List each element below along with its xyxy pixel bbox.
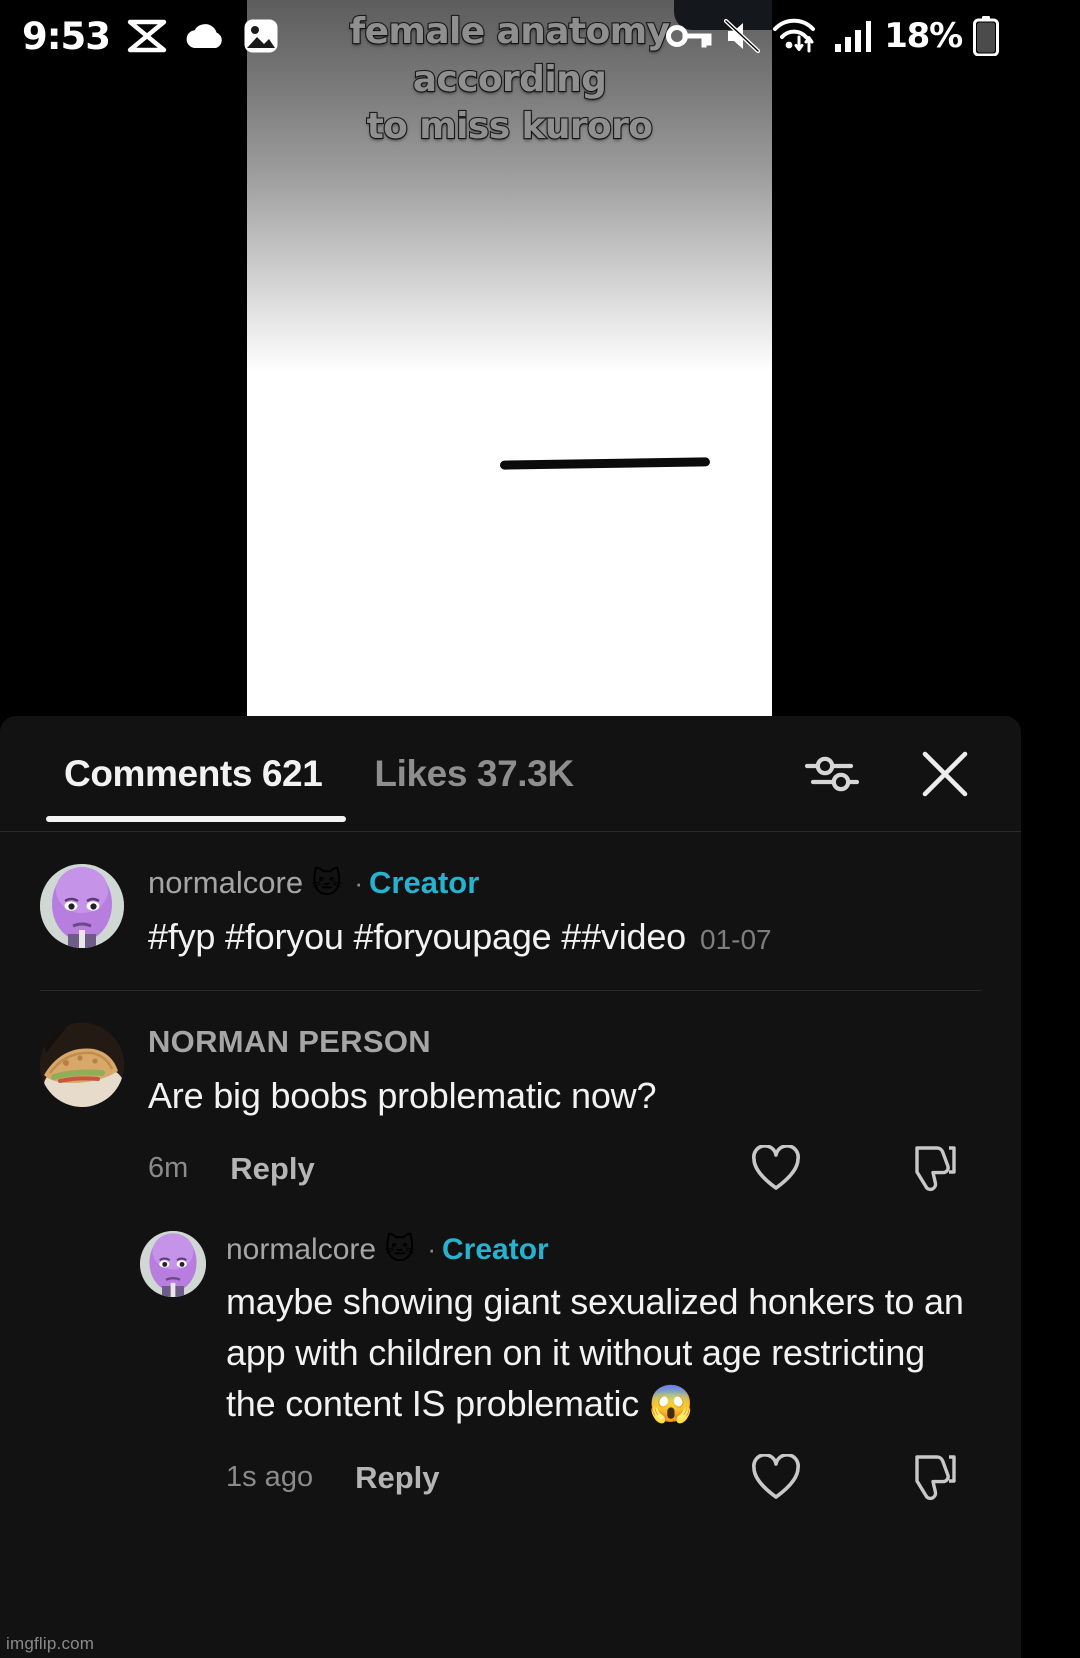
tab-likes[interactable]: Likes 37.3K [374,753,574,795]
reply-button[interactable]: Reply [230,1151,314,1187]
comment-list[interactable]: normalcore 🐱 · Creator #fyp #foryou #for… [0,832,1021,1506]
comment-text: Are big boobs problematic now? [148,1074,657,1116]
normalcore-avatar-art [140,1230,206,1297]
tab-comments[interactable]: Comments 621 [64,753,323,795]
heart-outline-icon[interactable] [751,1453,801,1502]
author-row: normalcore 🐱 · Creator [148,864,981,903]
thumbs-down-outline-icon[interactable] [911,1144,959,1194]
phone-screenshot: female anatomy according to miss kuroro … [0,0,1021,1658]
imgflip-watermark: imgflip.com [6,1634,95,1653]
creator-badge: Creator [369,865,480,900]
comment-actions [751,1453,981,1503]
comment-text: maybe showing giant sexualized honkers t… [226,1281,964,1425]
comment-timestamp: 1s ago [226,1461,314,1494]
comment-timestamp: 6m [148,1152,189,1185]
cat-face-emoji: 🐱 [384,1231,416,1267]
cat-face-emoji: 🐱 [311,865,343,901]
reply-button[interactable]: Reply [355,1460,439,1496]
comment-meta-row: 1s ago Reply [226,1450,981,1506]
comment-date: 01-07 [700,923,772,955]
comment-item-0[interactable]: normalcore 🐱 · Creator #fyp #foryou #for… [0,832,1021,962]
header-actions [805,748,981,800]
video-player-area[interactable]: female anatomy according to miss kuroro [0,0,1021,722]
comments-panel: Comments 621 Likes 37.3K normalcore 🐱 · … [0,716,1021,1658]
normalcore-avatar-art [40,864,124,948]
comment-body: normalcore 🐱 · Creator #fyp #foryou #for… [148,864,981,962]
comment-body: NORMAN PERSON Are big boobs problematic … [148,1023,981,1197]
avatar[interactable] [40,1022,124,1107]
comments-header: Comments 621 Likes 37.3K [0,716,1021,832]
author-row: normalcore 🐱 · Creator [226,1231,981,1269]
comment-actions [751,1144,981,1194]
avatar[interactable] [140,1230,206,1297]
comment-item-1[interactable]: NORMAN PERSON Are big boobs problematic … [0,991,1021,1197]
avatar[interactable] [40,864,124,948]
comment-text-content: #fyp #foryou #foryoupage ##video [148,915,686,957]
author-name[interactable]: normalcore [148,864,303,903]
author-name[interactable]: NORMAN PERSON [148,1023,431,1062]
heart-outline-icon[interactable] [751,1144,801,1193]
comment-text: #fyp #foryou #foryoupage ##video 01-07 [148,911,981,962]
filter-sliders-icon[interactable] [805,753,859,795]
comment-meta-row: 6m Reply [148,1141,981,1197]
separator-dot: · [427,1234,437,1265]
comment-item-2[interactable]: normalcore 🐱 · Creator maybe showing gia… [0,1197,1021,1506]
food-avatar-art [40,1022,124,1107]
separator-dot: · [354,868,364,899]
creator-badge: Creator [442,1232,549,1266]
author-name[interactable]: normalcore [226,1231,376,1269]
active-tab-indicator [46,816,346,822]
drawing-stroke-left [499,457,711,470]
close-icon[interactable] [919,748,971,800]
comment-body: normalcore 🐱 · Creator maybe showing gia… [226,1231,981,1506]
video-caption-text: female anatomy according to miss kuroro [348,10,671,148]
thumbs-down-outline-icon[interactable] [911,1453,959,1503]
author-row: NORMAN PERSON [148,1023,981,1062]
